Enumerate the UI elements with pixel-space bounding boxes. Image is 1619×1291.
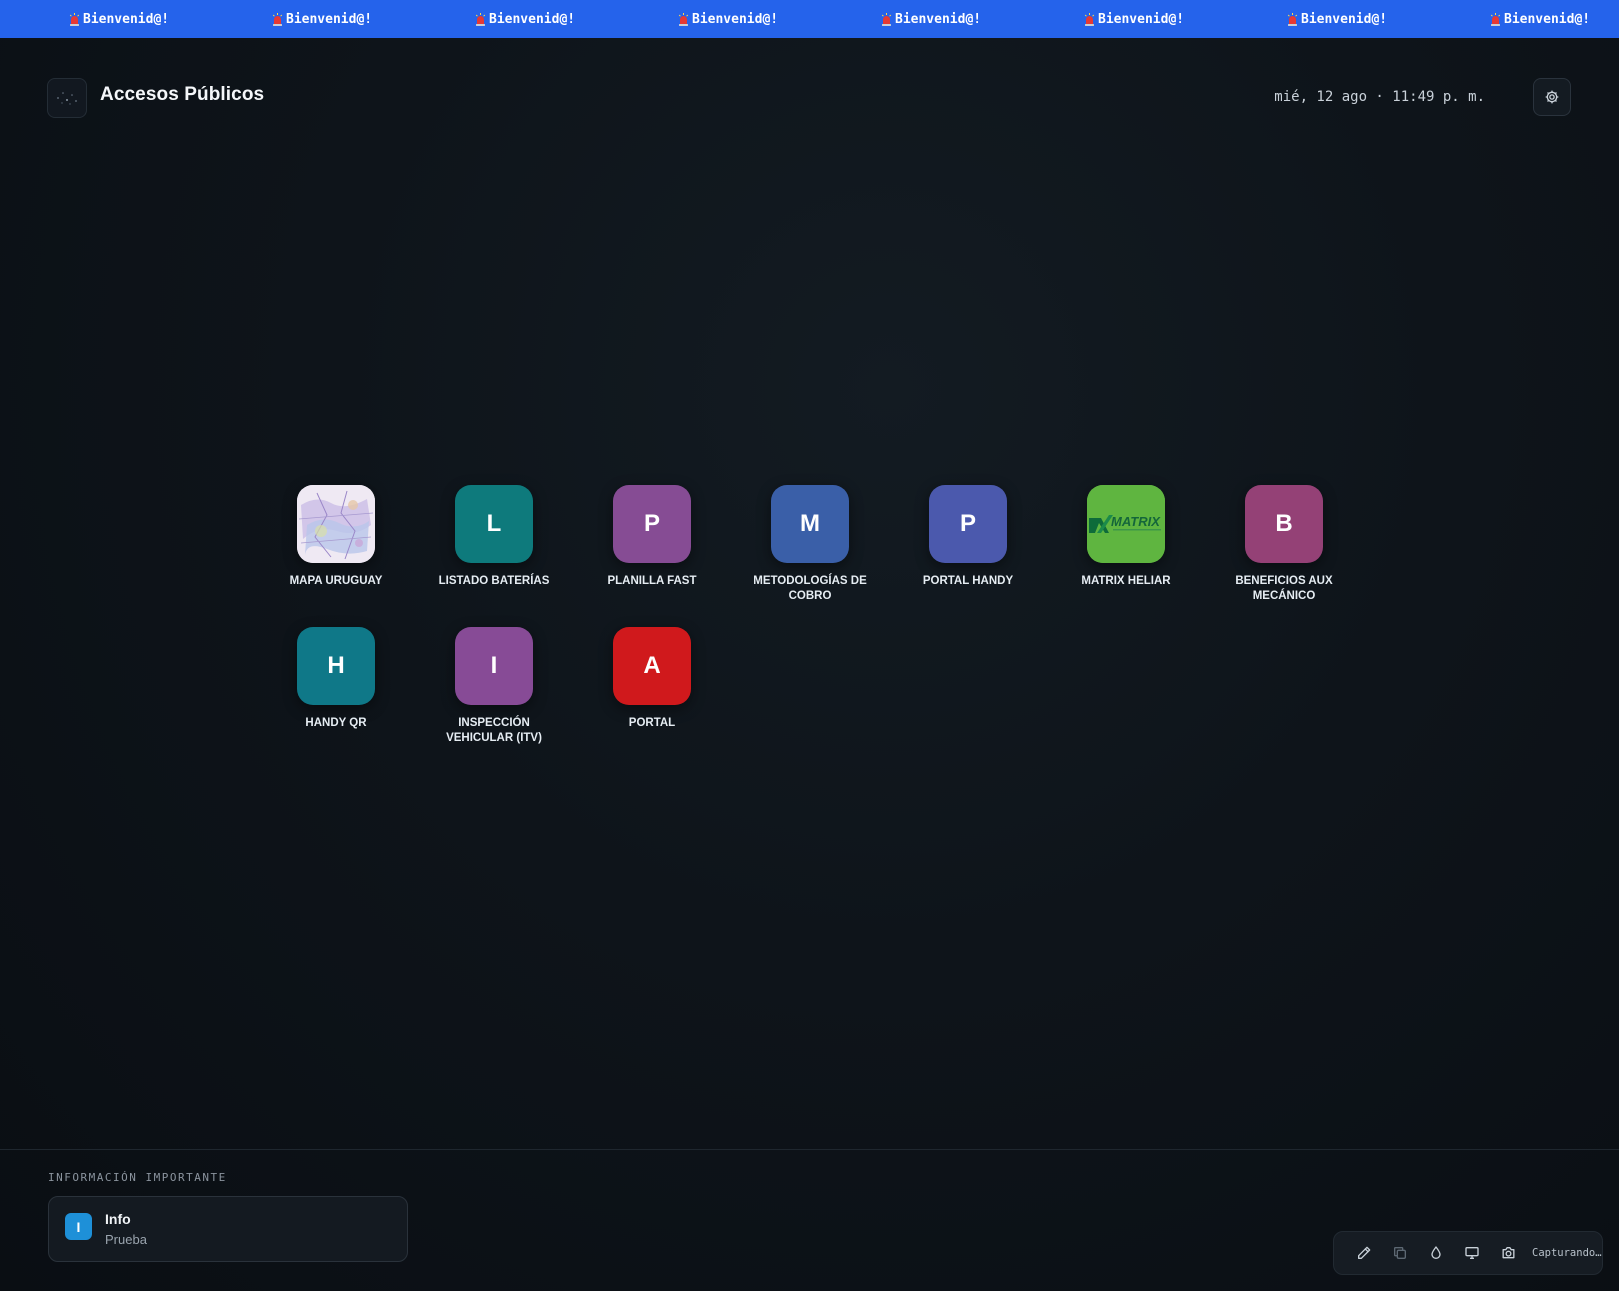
banner-message: Bienvenid@! [881,0,981,38]
siren-icon [475,12,486,26]
banner-message-text: Bienvenid@! [1301,11,1388,27]
droplet-button[interactable] [1418,1237,1454,1269]
app-letter-icon: M [771,485,849,563]
app-label: INSPECCIÓN VEHICULAR (ITV) [446,717,542,744]
logo[interactable] [47,78,87,118]
app-icon-letter: P [643,510,660,537]
app-label: PORTAL HANDY [922,575,1014,587]
app-letter-icon: H [297,627,375,705]
banner-message-text: Bienvenid@! [286,11,373,27]
app-tile[interactable]: M METODOLOGÍAS DE COBRO [735,485,885,604]
camera-icon [1502,1247,1514,1259]
app-letter-icon: L [455,485,533,563]
app-label: PORTAL [628,717,676,729]
droplet-icon [1431,1246,1441,1259]
app-icon-letter: H [327,652,345,679]
pencil-icon [1358,1246,1371,1259]
monitor-button[interactable] [1454,1237,1490,1269]
app-letter-icon: P [929,485,1007,563]
siren-icon [272,12,283,26]
logo-particles-icon [57,92,77,105]
siren-icon [881,12,892,26]
siren-icon [1084,12,1095,26]
app-tile[interactable]: L LISTADO BATERÍAS [419,485,569,589]
banner-message: Bienvenid@! [69,0,169,38]
capture-status: Capturando… [1532,1247,1602,1259]
page-title: Accesos Públicos [100,84,265,105]
banner-message: Bienvenid@! [1287,0,1387,38]
app-letter-icon: A [613,627,691,705]
app-icon-letter: L [486,510,502,537]
footer-divider [0,1149,1619,1150]
app-tile[interactable]: B BENEFICIOS AUX MECÁNICO [1209,485,1359,604]
info-card-body: Prueba [105,1232,147,1247]
banner-message: Bienvenid@! [1084,0,1184,38]
banner-message: Bienvenid@! [678,0,778,38]
info-card[interactable]: I Info Prueba [48,1196,408,1262]
app-letter-icon: B [1245,485,1323,563]
app-tile[interactable]: A PORTAL [577,627,727,731]
app-tile[interactable]: I INSPECCIÓN VEHICULAR (ITV) [419,627,569,746]
banner-message-text: Bienvenid@! [895,11,982,27]
app-label: HANDY QR [305,717,367,729]
banner-message: Bienvenid@! [1490,0,1590,38]
app-letter-icon: I [455,627,533,705]
banner-message: Bienvenid@! [272,0,372,38]
siren-icon [1490,12,1501,26]
app-tile[interactable]: P PORTAL HANDY [893,485,1043,589]
app-tile[interactable]: P PLANILLA FAST [577,485,727,589]
banner-message-text: Bienvenid@! [1504,11,1591,27]
copy-icon [1394,1247,1406,1259]
app-icon-letter: P [959,510,976,537]
welcome-banner: Bienvenid@! Bienvenid@! Bienvenid@! Bienven… [0,0,1619,38]
svg-text:MATRIX: MATRIX [1111,514,1161,529]
app-label: PLANILLA FAST [607,575,697,587]
banner-message-text: Bienvenid@! [83,11,170,27]
app-icon-letter: A [643,652,661,679]
app-icon-letter: I [490,652,498,679]
settings-button[interactable] [1533,78,1571,116]
app-label: MAPA URUGUAY [289,575,383,587]
app-letter-icon: P [613,485,691,563]
app-label: LISTADO BATERÍAS [438,575,550,587]
camera-button[interactable] [1490,1237,1526,1269]
banner-message: Bienvenid@! [475,0,575,38]
copy-button[interactable] [1382,1237,1418,1269]
info-card-title: Info [105,1211,131,1227]
banner-message-text: Bienvenid@! [1098,11,1185,27]
siren-icon [1287,12,1298,26]
pencil-button[interactable] [1346,1237,1382,1269]
datetime-display: mié, 12 ago · 11:49 p. m. [1274,89,1485,105]
footer-heading: INFORMACIÓN IMPORTANTE [48,1171,227,1184]
capture-toolbar: Capturando… [1333,1231,1603,1275]
app-tile[interactable]: H HANDY QR [261,627,411,731]
banner-message-text: Bienvenid@! [489,11,576,27]
app-icon-letter: M [800,510,820,537]
app-tile[interactable]: MAPA URUGUAY [261,485,411,589]
info-badge-icon: I [65,1213,92,1240]
app-icon-letter: B [1275,510,1293,537]
banner-message-text: Bienvenid@! [692,11,779,27]
map-thumbnail-icon [297,485,375,563]
app-label: METODOLOGÍAS DE COBRO [753,575,867,602]
app-tile[interactable]: MATRIX MATRIX HELIAR [1051,485,1201,589]
siren-icon [678,12,689,26]
app-label: BENEFICIOS AUX MECÁNICO [1235,575,1333,602]
matrix-logo-icon: MATRIX [1087,485,1165,563]
gear-icon [1545,90,1559,104]
siren-icon [69,12,80,26]
monitor-icon [1465,1247,1479,1259]
app-label: MATRIX HELIAR [1081,575,1171,587]
